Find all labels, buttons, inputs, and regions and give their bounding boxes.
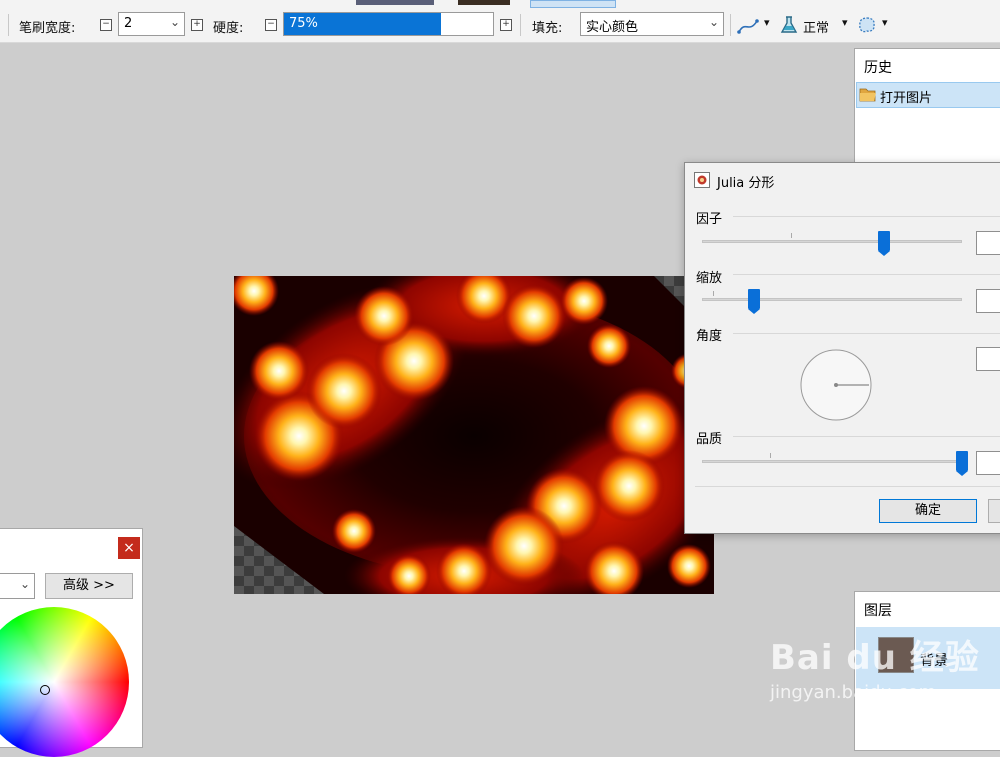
angle-label: 角度 <box>696 329 723 344</box>
section-divider <box>733 436 1000 437</box>
fill-mode-combo[interactable]: 实心颜色 ⌄ <box>580 12 724 36</box>
hardness-increase-button[interactable]: + <box>500 19 512 31</box>
toolbar-separator <box>8 14 9 36</box>
brush-width-increase-button[interactable]: + <box>191 19 203 31</box>
chevron-down-icon: ⌄ <box>169 15 180 29</box>
color-wheel[interactable] <box>0 607 129 757</box>
zoom-label: 缩放 <box>696 271 723 286</box>
selection-mode-dropdown-arrow[interactable]: ▾ <box>882 16 888 29</box>
slider-tick <box>791 233 792 238</box>
close-button[interactable]: × <box>118 537 140 559</box>
image-canvas[interactable] <box>234 276 714 594</box>
factor-value-input[interactable] <box>976 231 1000 255</box>
zoom-value-input[interactable] <box>976 289 1000 313</box>
slider-tick <box>713 291 714 296</box>
section-divider <box>733 216 1000 217</box>
watermark-url: jingyan.baidu.com <box>770 682 937 703</box>
factor-slider-thumb[interactable] <box>878 231 890 256</box>
layers-panel-title: 图层 <box>864 603 892 619</box>
history-item[interactable]: 打开图片 <box>856 82 1000 108</box>
history-panel-title: 历史 <box>864 60 892 76</box>
color-mode-combo[interactable]: ⌄ <box>0 573 35 599</box>
chevron-down-icon: ⌄ <box>19 577 30 591</box>
quality-slider-thumb[interactable] <box>956 451 968 476</box>
advanced-button[interactable]: 高级 >> <box>45 573 133 599</box>
julia-fractal-image <box>234 276 714 594</box>
history-item-label: 打开图片 <box>880 91 933 106</box>
slider-tick <box>770 453 771 458</box>
buttons-divider <box>695 486 1000 487</box>
zoom-slider-track[interactable] <box>702 298 962 301</box>
hardness-decrease-button[interactable]: − <box>265 19 277 31</box>
zoom-slider-thumb[interactable] <box>748 289 760 314</box>
factor-slider-track[interactable] <box>702 240 962 243</box>
antialias-dropdown-arrow[interactable]: ▾ <box>764 16 770 29</box>
quality-slider-track[interactable] <box>702 460 962 463</box>
factor-label: 因子 <box>696 212 723 227</box>
history-panel: 历史 打开图片 <box>854 48 1000 168</box>
section-divider <box>733 274 1000 275</box>
antialias-curve-icon[interactable] <box>737 18 759 34</box>
julia-effect-icon <box>694 172 710 188</box>
angle-value-input[interactable] <box>976 347 1000 371</box>
color-wheel-cursor[interactable] <box>40 685 50 695</box>
brush-width-value: 2 <box>124 16 133 31</box>
blend-mode-flask-icon <box>780 16 798 33</box>
section-divider <box>733 333 1000 334</box>
angle-dial[interactable] <box>799 348 873 422</box>
brush-width-combo[interactable]: 2 ⌄ <box>118 12 185 36</box>
dialog-title: Julia 分形 <box>717 176 775 191</box>
blend-mode-value[interactable]: 正常 <box>803 17 829 36</box>
watermark-brand: Bai du 经验 <box>770 638 980 678</box>
toolbar-separator <box>520 14 521 36</box>
quality-label: 品质 <box>696 432 723 447</box>
toolbar-separator <box>730 14 731 36</box>
image-thumbnail-active[interactable] <box>530 0 616 8</box>
image-thumbnail[interactable] <box>356 0 434 5</box>
ok-button[interactable]: 确定 <box>879 499 977 523</box>
fill-mode-value: 实心颜色 <box>586 20 639 35</box>
cancel-button[interactable] <box>988 499 1000 523</box>
brush-width-label: 笔刷宽度: <box>19 21 76 36</box>
watermark: Bai du 经验 jingyan.baidu.com <box>770 630 990 710</box>
fill-label: 填充: <box>532 21 563 36</box>
colors-panel: × ⌄ 高级 >> <box>0 528 143 757</box>
image-thumbnail[interactable] <box>458 0 510 5</box>
chevron-down-icon: ⌄ <box>708 15 719 29</box>
blend-mode-dropdown-arrow[interactable]: ▾ <box>842 16 848 29</box>
hardness-slider[interactable]: 75% <box>283 12 494 36</box>
brush-width-decrease-button[interactable]: − <box>100 19 112 31</box>
selection-mode-icon[interactable] <box>857 16 877 34</box>
hardness-label: 硬度: <box>213 21 244 36</box>
quality-value-input[interactable] <box>976 451 1000 475</box>
open-folder-icon <box>859 88 876 102</box>
image-tabs-strip <box>0 0 1000 8</box>
hardness-value: 75% <box>289 16 318 31</box>
julia-fractal-dialog: Julia 分形 因子 缩放 角度 品质 确定 <box>684 162 1000 534</box>
tool-options-toolbar: 笔刷宽度: − 2 ⌄ + 硬度: − 75% + 填充: 实心颜色 ⌄ ▾ 正… <box>0 8 1000 43</box>
